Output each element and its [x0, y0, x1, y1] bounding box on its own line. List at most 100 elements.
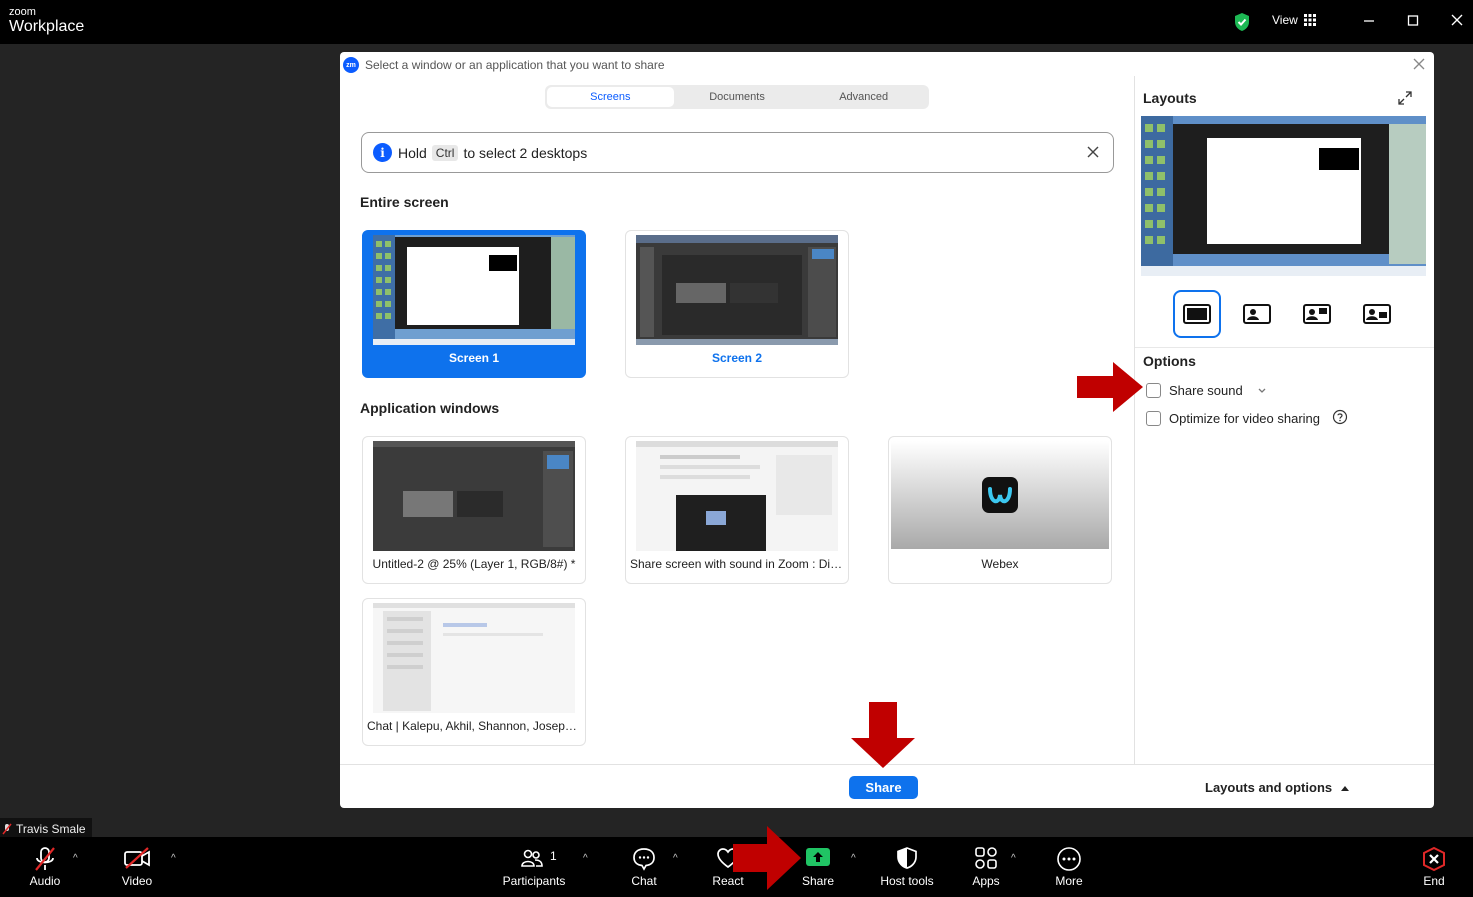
window-thumbnail: [373, 603, 575, 713]
minimize-icon[interactable]: [1363, 12, 1375, 35]
apps-label: Apps: [972, 874, 1000, 888]
window-thumbnail: [891, 441, 1109, 549]
panel-divider: [1134, 76, 1135, 764]
screen-2-label: Screen 2: [711, 351, 763, 365]
hint-text: Hold Ctrl to select 2 desktops: [398, 145, 587, 161]
end-icon: [1421, 846, 1447, 875]
share-sound-option: Share sound: [1146, 383, 1267, 398]
window-label: Untitled-2 @ 25% (Layer 1, RGB/8#) *: [372, 557, 576, 571]
window-thumbnail: [636, 441, 838, 551]
chat-options-chevron-up-icon[interactable]: ^: [673, 853, 678, 864]
dialog-close-icon[interactable]: [1413, 57, 1425, 75]
video-off-icon: [123, 846, 151, 873]
screen-1-card[interactable]: Screen 1: [362, 230, 586, 378]
more-icon: [1056, 846, 1082, 875]
tab-screens[interactable]: Screens: [547, 87, 674, 107]
brand-big: Workplace: [9, 18, 85, 35]
maximize-icon[interactable]: [1407, 12, 1419, 35]
end-label: End: [1423, 874, 1445, 888]
dialog-title-bar: zm Select a window or an application tha…: [340, 52, 1434, 76]
view-button[interactable]: View: [1272, 13, 1316, 27]
info-icon: i: [373, 143, 392, 162]
window-label: Webex: [981, 557, 1019, 571]
end-button[interactable]: End: [1404, 837, 1464, 897]
window-card-chat[interactable]: Chat | Kalepu, Akhil, Shannon, Joseph P.…: [362, 598, 586, 746]
video-button[interactable]: Video: [107, 837, 167, 897]
participants-options-chevron-up-icon[interactable]: ^: [583, 853, 588, 864]
chat-button[interactable]: Chat: [614, 837, 674, 897]
screen-2-thumbnail: [636, 235, 838, 345]
screen-2-card[interactable]: Screen 2: [625, 230, 849, 378]
expand-icon[interactable]: [1397, 90, 1413, 111]
shield-icon: [896, 846, 918, 873]
layout-side-by-side-button[interactable]: [1353, 290, 1401, 338]
audio-options-chevron-up-icon[interactable]: ^: [73, 853, 78, 864]
hint-suffix: to select 2 desktops: [463, 145, 588, 161]
layout-presenter-right-button[interactable]: [1293, 290, 1341, 338]
title-bar: zoom Workplace View: [0, 0, 1473, 44]
share-button[interactable]: Share: [849, 776, 918, 799]
tab-advanced[interactable]: Advanced: [800, 87, 927, 107]
layouts-and-options-label: Layouts and options: [1205, 780, 1333, 795]
grid-icon: [1303, 14, 1316, 26]
dialog-title: Select a window or an application that y…: [365, 58, 665, 72]
window-label: Chat | Kalepu, Akhil, Shannon, Joseph P.…: [367, 719, 585, 733]
tab-documents[interactable]: Documents: [674, 87, 801, 107]
audio-label: Audio: [29, 874, 61, 888]
window-label: Share screen with sound in Zoom : Divi..…: [630, 557, 848, 571]
view-label: View: [1272, 13, 1298, 27]
layout-screen-only-button[interactable]: [1173, 290, 1221, 338]
audio-button[interactable]: Audio: [15, 837, 75, 897]
window-close-icon[interactable]: [1451, 12, 1463, 35]
video-options-chevron-up-icon[interactable]: ^: [171, 853, 176, 864]
hint-close-icon[interactable]: [1086, 145, 1100, 164]
participant-name: Travis Smale: [16, 821, 86, 836]
muted-mic-icon: [2, 823, 12, 834]
layouts-and-options-toggle[interactable]: Layouts and options: [1205, 780, 1350, 795]
ctrl-hint-banner: i Hold Ctrl to select 2 desktops: [361, 132, 1114, 173]
encryption-shield-icon[interactable]: [1233, 12, 1251, 37]
annotation-arrow-right-icon: [1077, 362, 1143, 417]
brand-small: zoom: [9, 6, 36, 18]
application-windows-heading: Application windows: [360, 400, 500, 416]
layout-options: [1173, 290, 1413, 338]
options-divider: [1135, 347, 1434, 348]
annotation-arrow-right-icon: [733, 826, 801, 895]
window-thumbnail: [373, 441, 575, 551]
share-tabs: Screens Documents Advanced: [545, 85, 929, 109]
share-screen-dialog: zm Select a window or an application tha…: [340, 52, 1434, 808]
apps-button[interactable]: Apps: [956, 837, 1016, 897]
share-screen-icon: [805, 846, 831, 871]
screen-1-thumbnail: [373, 235, 575, 345]
screen-1-label: Screen 1: [448, 351, 500, 365]
layout-preview: [1141, 116, 1426, 276]
help-icon[interactable]: [1332, 409, 1348, 428]
chat-label: Chat: [631, 874, 657, 888]
zm-logo-icon: zm: [343, 57, 359, 73]
layouts-heading: Layouts: [1143, 90, 1197, 106]
annotation-arrow-down-icon: [851, 702, 915, 773]
window-card-browser[interactable]: Share screen with sound in Zoom : Divi..…: [625, 436, 849, 584]
ctrl-key: Ctrl: [431, 145, 459, 161]
options-heading: Options: [1143, 353, 1196, 369]
more-button[interactable]: More: [1039, 837, 1099, 897]
window-card-webex[interactable]: Webex: [888, 436, 1112, 584]
host-tools-label: Host tools: [880, 874, 934, 888]
share-sound-chevron-down-icon[interactable]: [1257, 383, 1267, 398]
zoom-logo: zoom Workplace: [9, 7, 84, 36]
share-options-chevron-up-icon[interactable]: ^: [851, 853, 856, 864]
optimize-video-label: Optimize for video sharing: [1169, 411, 1321, 426]
participants-button[interactable]: 1 Participants: [500, 837, 568, 897]
host-tools-button[interactable]: Host tools: [872, 837, 942, 897]
share-sound-checkbox[interactable]: [1146, 383, 1161, 398]
participant-count: 1: [550, 849, 557, 863]
optimize-video-checkbox[interactable]: [1146, 411, 1161, 426]
entire-screen-heading: Entire screen: [360, 194, 449, 210]
muted-mic-icon: [32, 846, 58, 875]
participants-label: Participants: [502, 874, 566, 888]
participant-name-tag: Travis Smale: [0, 818, 92, 837]
layout-presenter-left-button[interactable]: [1233, 290, 1281, 338]
window-card-photoshop[interactable]: Untitled-2 @ 25% (Layer 1, RGB/8#) *: [362, 436, 586, 584]
apps-icon: [974, 846, 998, 873]
apps-options-chevron-up-icon[interactable]: ^: [1011, 853, 1016, 864]
